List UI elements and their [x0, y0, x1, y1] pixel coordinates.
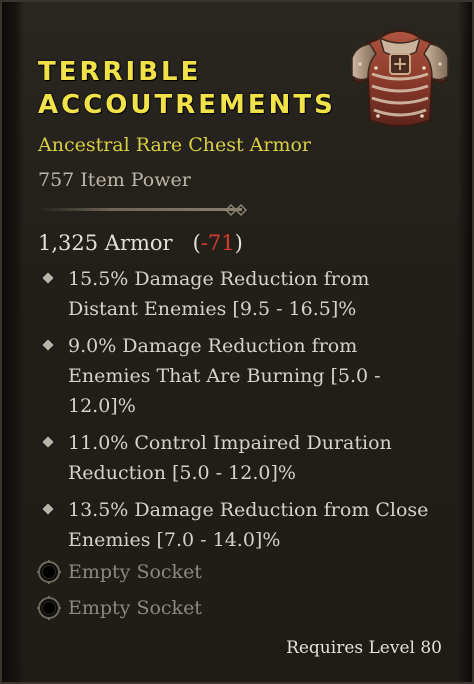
- diamond-bullet-icon: [42, 503, 54, 515]
- chest-armor-icon: [351, 30, 449, 127]
- empty-socket: Empty Socket: [36, 559, 202, 585]
- item-name-line1: TERRIBLE: [38, 57, 202, 87]
- diamond-bullet-icon: [42, 339, 54, 351]
- item-tooltip: TERRIBLE ACCOUTREMENTS Ancestral Rare Ch…: [0, 0, 474, 684]
- item-rarity-type: Ancestral Rare Chest Armor: [38, 134, 311, 156]
- socket-label: Empty Socket: [68, 561, 202, 583]
- socket-icon: [37, 560, 61, 584]
- affix-item: 13.5% Damage Reduction from Close Enemie…: [40, 495, 460, 555]
- armor-diff: -71: [200, 231, 235, 255]
- diamond-bullet-icon: [42, 436, 54, 448]
- affix-item: 15.5% Damage Reduction from Distant Enem…: [40, 264, 460, 324]
- affix-line: Reduction [5.0 - 12.0]%: [68, 462, 296, 484]
- affix-line: 13.5% Damage Reduction from Close: [68, 499, 429, 521]
- affix-list: 15.5% Damage Reduction from Distant Enem…: [40, 264, 460, 562]
- section-divider: [38, 208, 242, 211]
- affix-line: Enemies [7.0 - 14.0]%: [68, 529, 281, 551]
- affix-line: Enemies That Are Burning [5.0 -: [68, 365, 381, 387]
- diamond-bullet-icon: [42, 272, 54, 284]
- socket-label: Empty Socket: [68, 597, 202, 619]
- armor-value: 1,325 Armor: [38, 231, 173, 255]
- affix-line: 15.5% Damage Reduction from: [68, 268, 370, 290]
- armor-diff-open: (: [179, 231, 201, 255]
- socket-icon: [37, 596, 61, 620]
- affix-line: Distant Enemies [9.5 - 16.5]%: [68, 298, 357, 320]
- item-name: TERRIBLE ACCOUTREMENTS: [38, 56, 336, 122]
- item-power: 757 Item Power: [38, 169, 191, 191]
- affix-line: 11.0% Control Impaired Duration: [68, 432, 392, 454]
- armor-diff-close: ): [234, 231, 243, 255]
- empty-socket: Empty Socket: [36, 595, 202, 621]
- affix-item: 9.0% Damage Reduction from Enemies That …: [40, 331, 460, 421]
- level-requirement: Requires Level 80: [286, 638, 442, 658]
- affix-item: 11.0% Control Impaired Duration Reductio…: [40, 428, 460, 488]
- affix-line: 12.0]%: [68, 395, 136, 417]
- divider-ornament-icon: [224, 203, 248, 217]
- item-name-line2: ACCOUTREMENTS: [38, 90, 336, 120]
- affix-line: 9.0% Damage Reduction from: [68, 335, 358, 357]
- armor-stat: 1,325 Armor (-71): [38, 231, 243, 255]
